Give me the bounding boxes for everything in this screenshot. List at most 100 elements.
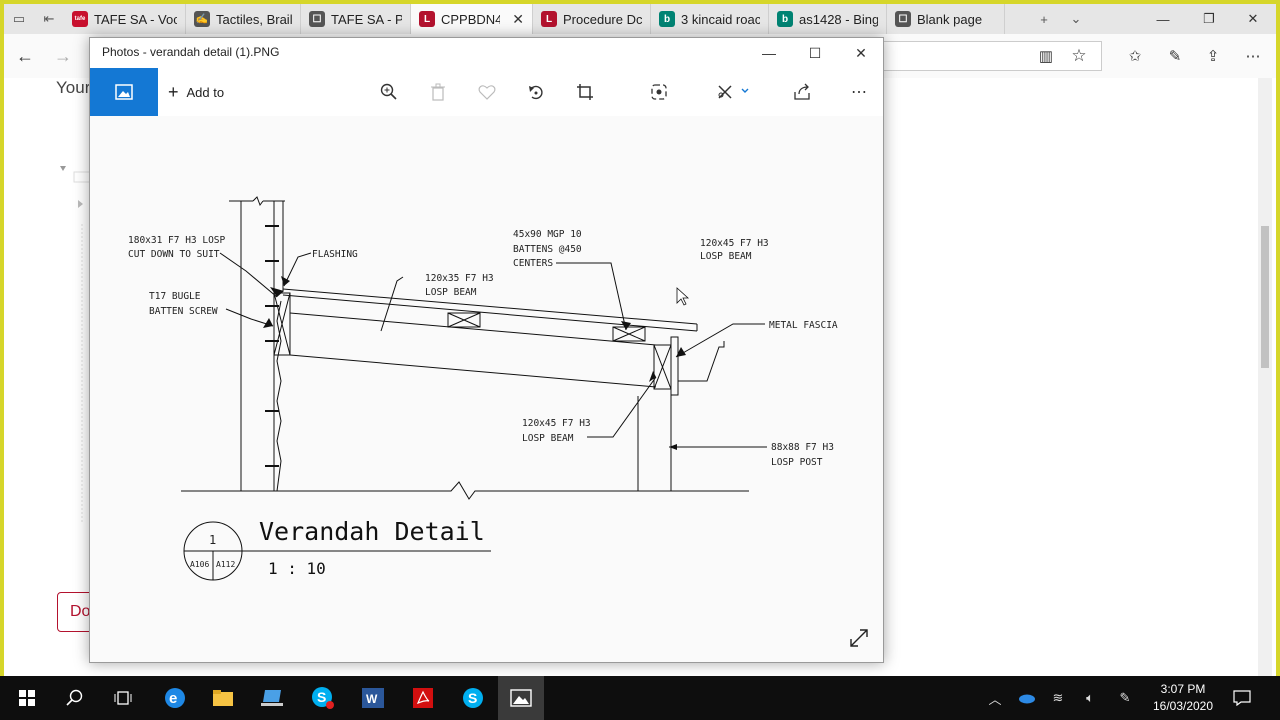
share-icon[interactable]: ⇪	[1196, 40, 1230, 72]
delete-trash-icon[interactable]	[425, 80, 451, 104]
new-tab-icon[interactable]: +	[1029, 4, 1059, 34]
favorite-heart-icon[interactable]	[474, 80, 500, 104]
photos-toolbar: + Add to ⋯	[90, 68, 883, 116]
start-windows-icon[interactable]	[4, 676, 50, 720]
browser-tab[interactable]: L Procedure Dc	[533, 4, 651, 34]
wifi-icon[interactable]: ≋	[1048, 688, 1068, 708]
set-tabs-aside-icon[interactable]: ⇤	[34, 4, 64, 34]
browser-restore-button[interactable]: ❐	[1186, 4, 1232, 34]
wall-break-symbol	[252, 196, 264, 207]
zoom-icon[interactable]	[376, 80, 402, 104]
label-screw-name: BATTEN SCREW	[149, 306, 218, 317]
tab-preview-chevron-icon[interactable]: ⌄	[1061, 4, 1091, 34]
back-arrow-icon[interactable]: ←	[8, 40, 42, 72]
plus-icon: +	[168, 81, 179, 102]
browser-tab[interactable]: tafe TAFE SA - Voc	[64, 4, 186, 34]
photos-window: Photos - verandah detail (1).PNG — ☐ ✕ +…	[89, 37, 884, 663]
tab-favicon-icon: ☐	[895, 11, 911, 27]
browser-tab[interactable]: ☐ TAFE SA - Por	[301, 4, 411, 34]
full-screen-expand-icon[interactable]	[847, 626, 871, 650]
tab-label: CPPBDN4	[441, 11, 501, 27]
word-icon[interactable]: W	[350, 676, 396, 720]
browser-tab[interactable]: ☐ Blank page	[887, 4, 1005, 34]
action-center-icon[interactable]	[1232, 688, 1252, 708]
detail-number: 1	[209, 533, 216, 547]
tab-label: Tactiles, Braill	[216, 11, 292, 27]
ground-line	[181, 481, 749, 500]
reading-view-icon[interactable]: ▥	[1029, 40, 1063, 72]
favorites-hub-icon[interactable]: ✩	[1118, 40, 1152, 72]
photos-close-button[interactable]: ✕	[838, 38, 884, 68]
web-note-pen-icon[interactable]: ✎	[1158, 40, 1192, 72]
tab-favicon-icon: ☐	[309, 11, 325, 27]
label-post-size: 88x88 F7 H3	[771, 442, 834, 453]
drawing-title: Verandah Detail	[259, 517, 485, 546]
onedrive-cloud-icon[interactable]	[1016, 688, 1036, 708]
browser-tab[interactable]: L CPPBDN4 ✕	[411, 4, 533, 34]
page-scrollbar[interactable]	[1258, 78, 1272, 676]
label-screw-type: T17 BUGLE	[149, 291, 201, 302]
browser-minimize-button[interactable]: —	[1140, 4, 1186, 34]
label-rafter-name: LOSP BEAM	[425, 287, 477, 298]
label-batten-centers: CENTERS	[513, 258, 553, 269]
close-tab-icon[interactable]: ✕	[512, 11, 524, 28]
label-ledger-size: 180x31 F7 H3 LOSP	[128, 235, 226, 246]
laptop-app-icon[interactable]	[250, 676, 296, 720]
photos-title-bar: Photos - verandah detail (1).PNG — ☐ ✕	[90, 38, 883, 68]
page-scrollbar-thumb[interactable]	[1261, 226, 1269, 368]
see-more-icon[interactable]: ⋯	[846, 80, 872, 104]
clock-date: 16/03/2020	[1152, 699, 1214, 713]
photo-canvas[interactable]: 180x31 F7 H3 LOSP CUT DOWN TO SUIT FLASH…	[90, 116, 883, 662]
browser-tab[interactable]: b 3 kincaid roac	[651, 4, 769, 34]
photos-maximize-button[interactable]: ☐	[792, 38, 838, 68]
tab-label: 3 kincaid roac	[681, 11, 760, 27]
gutter-profile	[678, 341, 725, 382]
browser-tab[interactable]: b as1428 - Bing	[769, 4, 887, 34]
search-icon[interactable]	[52, 676, 98, 720]
clock-time: 3:07 PM	[1160, 682, 1206, 696]
favorite-star-icon[interactable]: ☆	[1062, 40, 1096, 72]
roof-sheet-top	[282, 288, 698, 325]
svg-text:S: S	[468, 690, 477, 706]
add-to-button[interactable]: + Add to	[168, 80, 224, 104]
label-rafter-size: 120x35 F7 H3	[425, 273, 494, 284]
volume-icon[interactable]: 🔈︎	[1080, 688, 1100, 708]
browser-tab[interactable]: ✍ Tactiles, Braill	[186, 4, 301, 34]
tab-favicon-icon: b	[777, 11, 793, 27]
rotate-icon[interactable]	[523, 80, 549, 104]
label-ledger-note: CUT DOWN TO SUIT	[128, 249, 220, 260]
tab-label: Procedure Dc	[563, 11, 642, 27]
photos-minimize-button[interactable]: —	[746, 38, 792, 68]
label-beam-name: LOSP BEAM	[700, 251, 752, 262]
tab-favicon-icon: b	[659, 11, 675, 27]
label-batten-spacing: BATTENS @450	[513, 244, 582, 255]
verandah-drawing: 180x31 F7 H3 LOSP CUT DOWN TO SUIT FLASH…	[128, 196, 838, 581]
pen-workspace-icon[interactable]: ✎	[1115, 688, 1135, 708]
browser-close-button[interactable]: ✕	[1230, 4, 1276, 34]
svg-text:e: e	[169, 690, 177, 707]
show-hidden-icons-icon[interactable]: ︿	[985, 688, 1005, 708]
label-batten-size: 45x90 MGP 10	[513, 229, 582, 240]
task-view-icon[interactable]	[100, 676, 146, 720]
add-to-label: Add to	[186, 84, 225, 100]
photos-collection-button[interactable]	[90, 68, 158, 116]
skype-icon[interactable]: S	[450, 676, 496, 720]
select-area-icon[interactable]	[646, 80, 672, 104]
more-options-icon[interactable]: ⋯	[1236, 40, 1270, 72]
acrobat-icon[interactable]	[400, 676, 446, 720]
share-icon[interactable]	[789, 80, 815, 104]
taskbar-clock[interactable]: 3:07 PM 16/03/2020	[1140, 681, 1226, 715]
forward-arrow-icon[interactable]: →	[46, 40, 80, 72]
crop-icon[interactable]	[572, 80, 598, 104]
tab-actions-icon[interactable]: ▭	[4, 4, 34, 34]
tab-favicon-icon: tafe	[72, 11, 88, 27]
skype-business-icon[interactable]: S	[300, 676, 346, 720]
leader-line	[675, 323, 765, 358]
edge-browser-icon[interactable]: e	[152, 676, 198, 720]
detail-ref-left: A106	[190, 560, 209, 569]
photos-image-icon	[115, 84, 133, 100]
label-metal-fascia: METAL FASCIA	[769, 320, 838, 331]
photos-app-icon[interactable]	[498, 676, 544, 720]
edit-create-dropdown[interactable]	[714, 80, 754, 104]
file-explorer-icon[interactable]	[200, 676, 246, 720]
